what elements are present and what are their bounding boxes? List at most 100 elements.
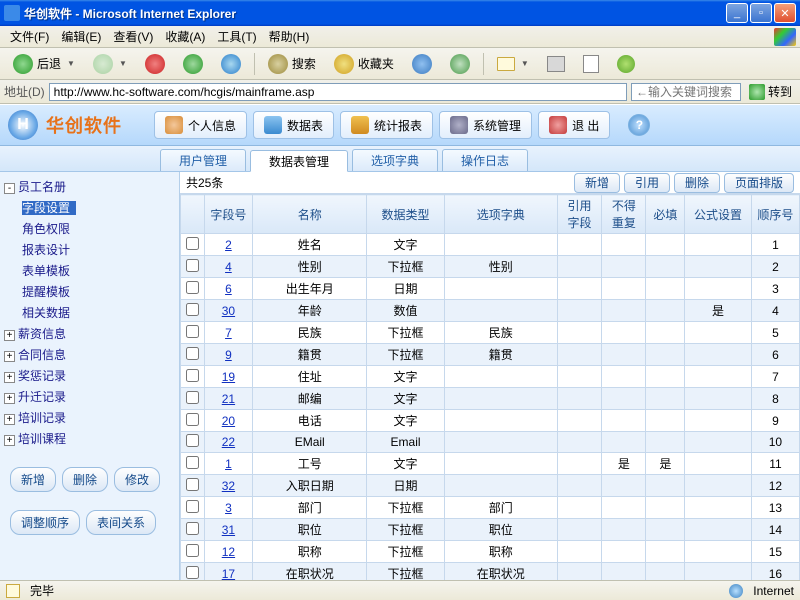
tree-node-表单模板[interactable]: 表单模板 <box>0 260 179 281</box>
favorites-button[interactable]: 收藏夹 <box>327 51 401 77</box>
tree-node-培训课程[interactable]: +培训课程 <box>0 428 179 449</box>
row-checkbox[interactable] <box>186 544 199 557</box>
row-checkbox[interactable] <box>186 478 199 491</box>
col-数据类型[interactable]: 数据类型 <box>367 195 444 234</box>
side-删除-button[interactable]: 删除 <box>62 467 108 492</box>
home-button[interactable] <box>214 51 248 77</box>
field-id-link[interactable]: 12 <box>204 541 252 563</box>
tab-选项字典[interactable]: 选项字典 <box>352 149 438 171</box>
row-checkbox[interactable] <box>186 303 199 316</box>
col-顺序号[interactable]: 顺序号 <box>751 195 799 234</box>
menu-file[interactable]: 文件(F) <box>4 26 55 47</box>
stop-button[interactable] <box>138 51 172 77</box>
row-checkbox[interactable] <box>186 413 199 426</box>
row-checkbox[interactable] <box>186 566 199 579</box>
back-button[interactable]: 后退▼ <box>6 51 82 77</box>
tree-node-薪资信息[interactable]: +薪资信息 <box>0 323 179 344</box>
tree-node-合同信息[interactable]: +合同信息 <box>0 344 179 365</box>
address-input[interactable] <box>49 83 627 101</box>
col-名称[interactable]: 名称 <box>252 195 366 234</box>
nav-person-button[interactable]: 个人信息 <box>154 111 247 139</box>
window-close-button[interactable]: ✕ <box>774 3 796 23</box>
field-id-link[interactable]: 9 <box>204 344 252 366</box>
row-checkbox[interactable] <box>186 237 199 250</box>
refresh-button[interactable] <box>176 51 210 77</box>
help-button[interactable]: ? <box>628 114 650 136</box>
media-button[interactable] <box>405 51 439 77</box>
tab-数据表管理[interactable]: 数据表管理 <box>250 150 348 172</box>
tree-node-角色权限[interactable]: 角色权限 <box>0 218 179 239</box>
row-checkbox[interactable] <box>186 369 199 382</box>
field-id-link[interactable]: 32 <box>204 475 252 497</box>
menu-help[interactable]: 帮助(H) <box>263 26 316 47</box>
col-选项字典[interactable]: 选项字典 <box>444 195 557 234</box>
nav-gear-button[interactable]: 系统管理 <box>439 111 532 139</box>
side-调整顺序-button[interactable]: 调整顺序 <box>10 510 80 535</box>
tree-node-报表设计[interactable]: 报表设计 <box>0 239 179 260</box>
history-button[interactable] <box>443 51 477 77</box>
action-引用-button[interactable]: 引用 <box>624 173 670 193</box>
tree-node-升迁记录[interactable]: +升迁记录 <box>0 386 179 407</box>
side-新增-button[interactable]: 新增 <box>10 467 56 492</box>
side-表间关系-button[interactable]: 表间关系 <box>86 510 156 535</box>
menu-view[interactable]: 查看(V) <box>107 26 159 47</box>
go-button[interactable]: 转到 <box>745 83 796 100</box>
row-checkbox[interactable] <box>186 347 199 360</box>
edit-button[interactable] <box>576 52 606 76</box>
window-minimize-button[interactable]: _ <box>726 3 748 23</box>
row-checkbox[interactable] <box>186 456 199 469</box>
row-checkbox[interactable] <box>186 522 199 535</box>
action-删除-button[interactable]: 删除 <box>674 173 720 193</box>
tree-node-奖惩记录[interactable]: +奖惩记录 <box>0 365 179 386</box>
field-id-link[interactable]: 2 <box>204 234 252 256</box>
menu-tools[interactable]: 工具(T) <box>211 26 262 47</box>
row-checkbox[interactable] <box>186 259 199 272</box>
tab-用户管理[interactable]: 用户管理 <box>160 149 246 171</box>
mail-button[interactable]: ▼ <box>490 54 536 74</box>
field-id-link[interactable]: 1 <box>204 453 252 475</box>
forward-button[interactable]: ▼ <box>86 51 134 77</box>
action-页面排版-button[interactable]: 页面排版 <box>724 173 794 193</box>
row-checkbox[interactable] <box>186 434 199 447</box>
menu-edit[interactable]: 编辑(E) <box>55 26 107 47</box>
print-button[interactable] <box>540 53 572 75</box>
field-id-link[interactable]: 31 <box>204 519 252 541</box>
col-checkbox[interactable] <box>181 195 205 234</box>
field-id-link[interactable]: 30 <box>204 300 252 322</box>
field-id-link[interactable]: 19 <box>204 366 252 388</box>
field-id-link[interactable]: 17 <box>204 563 252 581</box>
tree-node-字段设置[interactable]: 字段设置 <box>0 197 179 218</box>
menu-favorites[interactable]: 收藏(A) <box>159 26 211 47</box>
col-公式设置[interactable]: 公式设置 <box>685 195 752 234</box>
col-引用字段[interactable]: 引用字段 <box>557 195 601 234</box>
tab-操作日志[interactable]: 操作日志 <box>442 149 528 171</box>
field-id-link[interactable]: 7 <box>204 322 252 344</box>
field-id-link[interactable]: 20 <box>204 410 252 432</box>
search-button[interactable]: 搜索 <box>261 51 323 77</box>
nav-table-button[interactable]: 数据表 <box>253 111 334 139</box>
nav-chart-button[interactable]: 统计报表 <box>340 111 433 139</box>
keyword-search-input[interactable] <box>631 83 741 101</box>
field-id-link[interactable]: 6 <box>204 278 252 300</box>
field-id-link[interactable]: 21 <box>204 388 252 410</box>
field-id-link[interactable]: 3 <box>204 497 252 519</box>
nav-exit-button[interactable]: 退 出 <box>538 111 610 139</box>
row-checkbox[interactable] <box>186 281 199 294</box>
table-scroll[interactable]: 字段号名称数据类型选项字典引用字段不得重复必填公式设置顺序号 2姓名文字14性别… <box>180 194 800 580</box>
col-不得重复[interactable]: 不得重复 <box>602 195 646 234</box>
action-新增-button[interactable]: 新增 <box>574 173 620 193</box>
tree-node-培训记录[interactable]: +培训记录 <box>0 407 179 428</box>
field-id-link[interactable]: 22 <box>204 432 252 453</box>
window-maximize-button[interactable]: ▫ <box>750 3 772 23</box>
row-checkbox[interactable] <box>186 500 199 513</box>
messenger-button[interactable] <box>610 52 642 76</box>
field-id-link[interactable]: 4 <box>204 256 252 278</box>
tree-node-提醒模板[interactable]: 提醒模板 <box>0 281 179 302</box>
tree-node-员工名册[interactable]: -员工名册 <box>0 176 179 197</box>
row-checkbox[interactable] <box>186 391 199 404</box>
tree-node-相关数据[interactable]: 相关数据 <box>0 302 179 323</box>
col-字段号[interactable]: 字段号 <box>204 195 252 234</box>
side-修改-button[interactable]: 修改 <box>114 467 160 492</box>
col-必填[interactable]: 必填 <box>646 195 685 234</box>
row-checkbox[interactable] <box>186 325 199 338</box>
